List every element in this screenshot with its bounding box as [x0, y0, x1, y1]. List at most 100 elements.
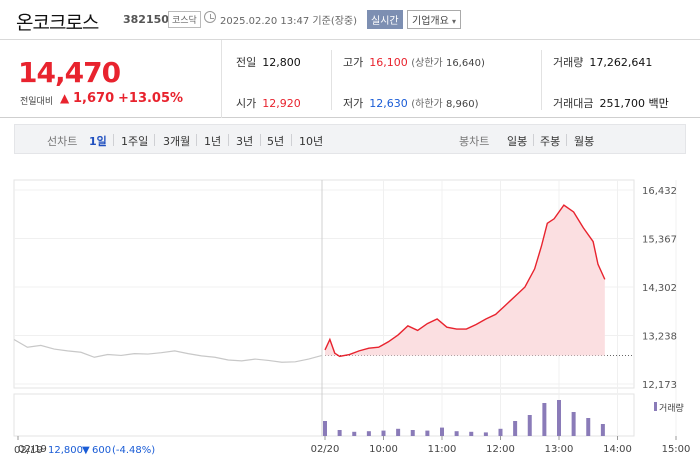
chart-toolbar: 선차트 1일 1주일 3개월 1년 3년 5년 10년 봉차트 일봉 주봉 월봉: [14, 124, 686, 154]
y-tick-label: 13,238: [642, 331, 677, 342]
prev-day-price: 12,800: [48, 445, 83, 456]
volume-bar: [337, 430, 342, 436]
prev-day-date: 02/19: [14, 445, 43, 456]
period-3y[interactable]: 3년: [236, 133, 253, 149]
chart-canvas[interactable]: 16,432 15,367 14,302 13,238 12,173 02/19 02/2…: [0, 160, 700, 464]
prev-day-change-pct: (-4.48%): [112, 445, 155, 456]
trade-amount-unit: 백만: [648, 97, 669, 110]
period-1d[interactable]: 1일: [89, 133, 107, 149]
volume-label: 거래량: [553, 56, 584, 69]
clock-icon: [204, 11, 216, 23]
prev-day-line: [13, 338, 323, 363]
divider: [221, 40, 222, 118]
x-tick-label: 12:00: [486, 444, 515, 455]
divider: [260, 134, 261, 146]
volume-bar: [440, 427, 444, 436]
trade-amount: 거래대금 251,700 백만: [553, 95, 669, 111]
x-tick-label: 15:00: [662, 444, 691, 455]
period-3m[interactable]: 3개월: [163, 133, 190, 149]
divider: [113, 134, 114, 146]
line-chart-label: 선차트: [47, 135, 78, 148]
y-tick-label: 15,367: [642, 235, 677, 246]
change-label: 전일대비: [20, 97, 54, 107]
current-price: 14,470: [18, 56, 121, 89]
market-badge: 코스닥: [168, 11, 201, 28]
timestamp: 2025.02.20 13:47 기준(장중): [220, 16, 358, 27]
candle-chart-label: 봉차트: [459, 135, 490, 148]
open-value: 12,920: [262, 97, 301, 110]
volume-bar: [366, 431, 371, 436]
low-label: 저가: [343, 97, 364, 110]
stock-code: 382150: [123, 13, 169, 26]
period-10y[interactable]: 10년: [299, 133, 323, 149]
price-summary: 14,470 전일대비 ▲ 1,670 +13.05% 전일 12,800 고가 1…: [0, 40, 700, 118]
divider: [291, 134, 292, 146]
x-tick-label: 13:00: [545, 444, 574, 455]
divider: [228, 134, 229, 146]
volume-bar: [498, 428, 503, 436]
volume-legend-swatch: [654, 402, 657, 411]
high-label: 고가: [343, 56, 364, 69]
prev-close: 전일 12,800: [236, 54, 301, 70]
divider: [566, 134, 567, 146]
divider: [533, 134, 534, 146]
upper-limit-value: 16,640): [445, 58, 485, 69]
volume-bar: [352, 431, 357, 436]
divider: [196, 134, 197, 146]
chevron-down-icon: ▾: [452, 17, 457, 26]
volume-bar: [323, 421, 327, 436]
open-price: 시가 12,920: [236, 95, 301, 111]
trade-amount-value: 251,700: [599, 97, 645, 110]
low-price: 저가 12,630 (하한가 8,960): [343, 95, 478, 111]
lower-limit-value: 8,960): [445, 99, 479, 110]
volume-bar: [527, 415, 532, 436]
x-tick-label: 10:00: [369, 444, 398, 455]
today-area: [325, 205, 605, 357]
y-tick-label: 16,432: [642, 186, 677, 197]
trade-amount-label: 거래대금: [553, 97, 594, 110]
volume: 거래량 17,262,641: [553, 54, 652, 70]
stock-header: 온코크로스 382150 코스닥 2025.02.20 13:47 기준(장중)…: [0, 0, 700, 40]
volume-legend-label: 거래량: [659, 402, 684, 414]
period-1y[interactable]: 1년: [204, 133, 221, 149]
y-tick-label: 14,302: [642, 283, 677, 294]
divider: [331, 50, 332, 110]
low-value: 12,630: [369, 97, 408, 110]
volume-bar: [571, 412, 576, 436]
volume-bar: [557, 400, 561, 436]
change-amount: 1,670: [73, 91, 115, 106]
candle-weekly[interactable]: 주봉: [540, 133, 560, 149]
volume-bar: [396, 428, 401, 436]
x-tick-label: 14:00: [603, 444, 632, 455]
prev-close-label: 전일: [236, 56, 257, 69]
volume-bar: [410, 430, 415, 436]
period-5y[interactable]: 5년: [267, 133, 284, 149]
upper-limit-label: (상한가: [411, 58, 443, 69]
volume-bar: [542, 403, 547, 436]
volume-bar: [600, 424, 605, 436]
volume-bar: [454, 431, 459, 436]
prev-day-change: 600: [92, 445, 111, 456]
divider: [154, 134, 155, 146]
x-tick-label: 11:00: [428, 444, 457, 455]
open-label: 시가: [236, 97, 257, 110]
high-value: 16,100: [369, 56, 408, 69]
realtime-button[interactable]: 실시간: [367, 10, 403, 29]
company-info-dropdown[interactable]: 기업개요 ▾: [407, 10, 462, 29]
high-price: 고가 16,100 (상한가 16,640): [343, 54, 485, 70]
candle-monthly[interactable]: 월봉: [574, 133, 594, 149]
divider: [541, 50, 542, 110]
intraday-chart: 16,432 15,367 14,302 13,238 12,173 02/19 02/2…: [0, 160, 700, 464]
y-tick-label: 12,173: [642, 380, 677, 391]
prev-close-value: 12,800: [262, 56, 301, 69]
company-info-label: 기업개요: [412, 16, 449, 27]
volume-bar: [586, 418, 591, 436]
volume-bar: [469, 431, 474, 436]
candle-daily[interactable]: 일봉: [507, 133, 527, 149]
up-triangle-icon: ▲: [60, 91, 70, 105]
period-1w[interactable]: 1주일: [121, 133, 148, 149]
volume-bar: [483, 432, 488, 436]
volume-bar: [425, 430, 430, 436]
volume-bar: [513, 421, 518, 436]
down-triangle-icon: ▼: [82, 445, 90, 456]
